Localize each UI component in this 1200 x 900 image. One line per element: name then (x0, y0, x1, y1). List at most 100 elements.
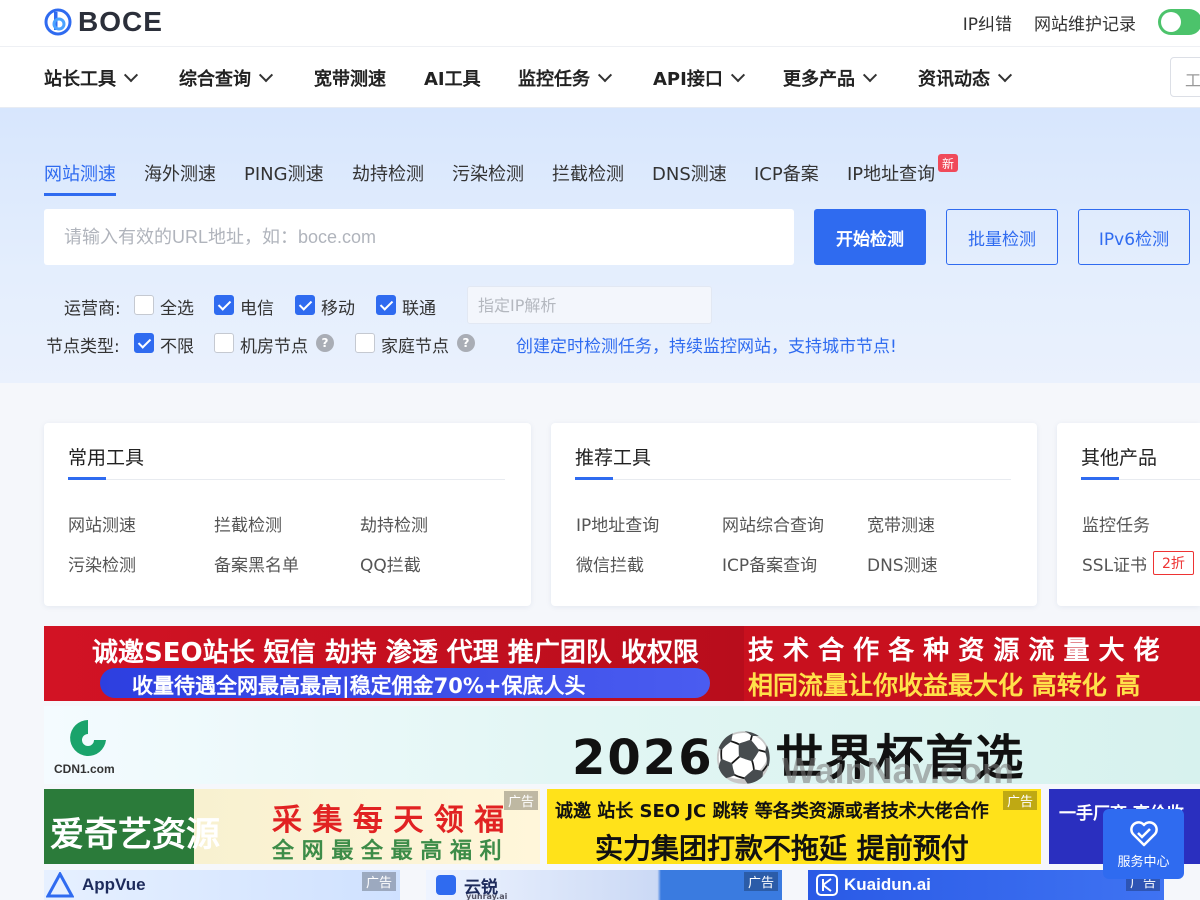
ad-yunray[interactable]: 云锐 yunray.ai 广告 (426, 870, 782, 900)
nav-ai-tools[interactable]: AI工具 (424, 65, 481, 91)
ipv6-test-button[interactable]: IPv6检测 (1078, 209, 1190, 265)
ad-text: 收量待遇全网最高最高|稳定佣金70%+保底人头 (132, 674, 586, 698)
nav-label: 监控任务 (518, 69, 590, 90)
isp-telecom-label[interactable]: 电信 (240, 294, 274, 319)
card-divider (68, 479, 505, 480)
ad-banner-cdn1[interactable]: CDN1.com 2026⚽世界杯首选 WaipNav.com (44, 706, 1200, 784)
maintenance-record-link[interactable]: 网站维护记录 (1034, 10, 1136, 35)
nav-label: 资讯动态 (918, 69, 990, 90)
tab-overseas-speed[interactable]: 海外测速 (144, 160, 216, 186)
node-home-label[interactable]: 家庭节点 (381, 332, 449, 357)
common-tools-card: 常用工具 网站测速 拦截检测 劫持检测 污染检测 备案黑名单 QQ拦截 (44, 423, 531, 606)
ip-resolve-input[interactable] (467, 286, 712, 324)
ad-text: 爱奇艺资源 (50, 815, 220, 855)
card-link[interactable]: SSL证书 (1082, 551, 1147, 576)
card-link[interactable]: QQ拦截 (360, 551, 421, 576)
card-link[interactable]: 污染检测 (68, 551, 136, 576)
nav-more-products[interactable]: 更多产品 (783, 65, 878, 91)
ad-iqiyi[interactable]: 爱奇艺资源 采 集 每 天 领 福 全 网 最 全 最 高 福 利 广告 (44, 789, 540, 864)
tab-ping-speed[interactable]: PING测速 (244, 160, 324, 186)
card-link[interactable]: 宽带测速 (867, 511, 935, 536)
tab-icp-filing[interactable]: ICP备案 (754, 160, 819, 186)
node-datacenter-checkbox[interactable] (214, 333, 234, 353)
nav-label: API接口 (653, 69, 723, 90)
top-bar: BOCE IP纠错 网站维护记录 (0, 0, 1200, 46)
ad-text: 技 术 合 作 各 种 资 源 流 量 大 佬 (748, 636, 1160, 666)
dial-toggle[interactable] (1158, 9, 1200, 35)
isp-mobile-label[interactable]: 移动 (321, 294, 355, 319)
card-link[interactable]: 拦截检测 (214, 511, 282, 536)
tab-website-speed[interactable]: 网站测速 (44, 160, 116, 196)
cdn1-logo-icon (70, 720, 106, 756)
isp-all-checkbox[interactable] (134, 295, 154, 315)
ip-correction-link[interactable]: IP纠错 (963, 10, 1012, 35)
nav-label: 宽带测速 (314, 69, 386, 90)
help-icon[interactable]: ? (316, 334, 334, 352)
tab-pollution-check[interactable]: 污染检测 (452, 160, 524, 186)
card-link[interactable]: 微信拦截 (576, 551, 644, 576)
nav-label: AI工具 (424, 69, 481, 90)
card-link[interactable]: 备案黑名单 (214, 551, 299, 576)
ad-text: Kuaidun.ai (844, 875, 931, 894)
card-link[interactable]: 劫持检测 (360, 511, 428, 536)
nav-broadband-speed[interactable]: 宽带测速 (314, 65, 386, 91)
isp-all-label[interactable]: 全选 (160, 294, 194, 319)
create-monitor-task-link[interactable]: 创建定时检测任务，持续监控网站，支持城市节点! (516, 332, 897, 357)
isp-unicom-label[interactable]: 联通 (402, 294, 436, 319)
chevron-down-icon (997, 68, 1013, 83)
nav-webmaster-tools[interactable]: 站长工具 (44, 65, 139, 91)
tab-block-check[interactable]: 拦截检测 (552, 160, 624, 186)
service-center-button[interactable]: 服务中心 (1103, 809, 1184, 879)
help-icon[interactable]: ? (457, 334, 475, 352)
nav-search-input[interactable]: 工 (1170, 57, 1200, 97)
ad-brand: CDN1.com (54, 762, 115, 776)
other-products-card: 其他产品 监控任务 SSL证书 2折 (1057, 423, 1200, 606)
isp-telecom-checkbox[interactable] (214, 295, 234, 315)
ad-tag: 广告 (503, 791, 538, 810)
node-datacenter-label[interactable]: 机房节点 (240, 332, 308, 357)
start-test-button[interactable]: 开始检测 (814, 209, 926, 265)
card-link[interactable]: IP地址查询 (576, 511, 659, 536)
node-any-label[interactable]: 不限 (160, 332, 194, 357)
nav-label: 更多产品 (783, 69, 855, 90)
ad-banner-seo[interactable]: 诚邀SEO站长 短信 劫持 渗透 代理 推广团队 收权限 收量待遇全网最高最高|… (44, 626, 1200, 701)
ad-seo-recruit[interactable]: 诚邀 站长 SEO JC 跳转 等各类资源或者技术大佬合作 实力集团打款不拖延 … (547, 789, 1041, 864)
yunray-logo-icon (436, 875, 456, 895)
node-any-checkbox[interactable] (134, 333, 154, 353)
batch-test-button[interactable]: 批量检测 (946, 209, 1058, 265)
card-underline (575, 477, 613, 480)
card-link[interactable]: 监控任务 (1082, 511, 1150, 536)
ad-text: AppVue (82, 875, 146, 894)
ad-tag: 广告 (743, 872, 778, 891)
chevron-down-icon (597, 68, 613, 83)
site-logo[interactable]: BOCE (44, 6, 163, 38)
chevron-down-icon (258, 68, 274, 83)
ad-text: 实力集团打款不拖延 提前预付 (595, 832, 969, 864)
card-link[interactable]: ICP备案查询 (722, 551, 817, 576)
isp-unicom-checkbox[interactable] (376, 295, 396, 315)
card-underline (1081, 477, 1119, 480)
nav-news[interactable]: 资讯动态 (918, 65, 1013, 91)
nav-comprehensive-query[interactable]: 综合查询 (179, 65, 274, 91)
card-link[interactable]: 网站测速 (68, 511, 136, 536)
isp-mobile-checkbox[interactable] (295, 295, 315, 315)
card-underline (68, 477, 106, 480)
nav-monitor-tasks[interactable]: 监控任务 (518, 65, 613, 91)
nav-api[interactable]: API接口 (653, 65, 745, 91)
ad-text: 诚邀 站长 SEO JC 跳转 等各类资源或者技术大佬合作 (555, 801, 989, 822)
card-link[interactable]: DNS测速 (867, 551, 938, 576)
ad-appvue[interactable]: AppVue 广告 (44, 870, 400, 900)
node-home-checkbox[interactable] (355, 333, 375, 353)
card-link[interactable]: 网站综合查询 (722, 511, 824, 536)
ad-tag: 广告 (361, 872, 396, 891)
ad-text: 全 网 最 全 最 高 福 利 (272, 839, 502, 864)
chevron-down-icon (123, 68, 139, 83)
tab-hijack-check[interactable]: 劫持检测 (352, 160, 424, 186)
watermark: WaipNav.com (782, 750, 1015, 784)
tab-ip-lookup[interactable]: IP地址查询 (847, 160, 935, 186)
speed-test-panel: 网站测速 海外测速 PING测速 劫持检测 污染检测 拦截检测 DNS测速 IC… (0, 108, 1200, 383)
tab-dns-speed[interactable]: DNS测速 (652, 160, 727, 186)
main-nav: 站长工具 综合查询 宽带测速 AI工具 监控任务 API接口 更多产品 资讯动态… (0, 46, 1200, 108)
boce-logo-icon (44, 8, 72, 36)
url-input[interactable] (44, 209, 794, 265)
